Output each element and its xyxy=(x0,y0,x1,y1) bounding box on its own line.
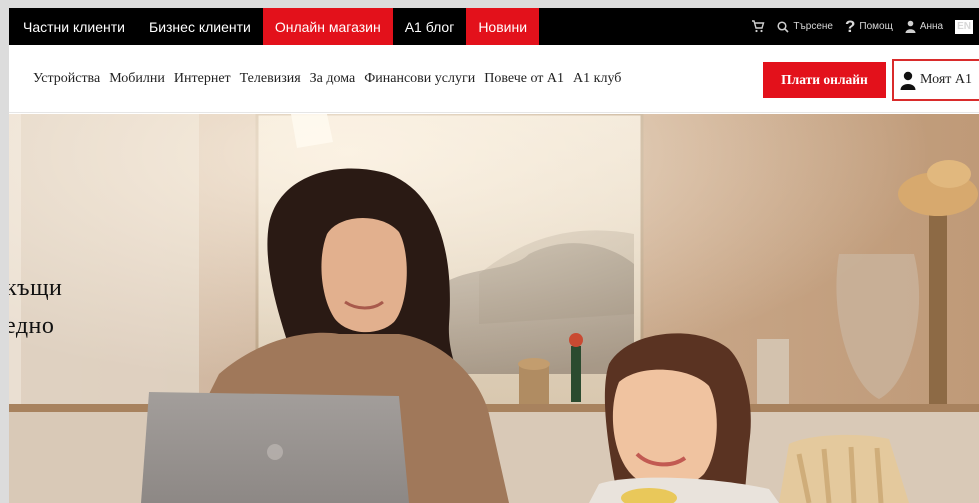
main-nav: Устройства Мобилни Интернет Телевизия За… xyxy=(9,45,979,113)
help-icon: ? xyxy=(845,16,856,36)
hero-banner: къщи едно xyxy=(9,114,979,503)
top-bar: Частни клиенти Бизнес клиенти Онлайн маг… xyxy=(9,8,979,45)
user-label: Анна xyxy=(919,21,944,32)
menu-a1-club[interactable]: А1 клуб xyxy=(573,71,621,87)
tab-news[interactable]: Новини xyxy=(466,8,540,45)
tab-online-shop[interactable]: Онлайн магазин xyxy=(262,8,393,45)
hero-headline: къщи едно xyxy=(9,269,62,345)
cart-link[interactable] xyxy=(751,20,765,33)
tab-business-clients[interactable]: Бизнес клиенти xyxy=(137,8,263,45)
tab-a1-blog[interactable]: А1 блог xyxy=(393,8,467,45)
search-label: Търсене xyxy=(793,21,833,32)
menu-devices[interactable]: Устройства xyxy=(33,71,100,87)
search-icon xyxy=(777,20,789,33)
user-icon xyxy=(905,20,916,33)
menu-mobile[interactable]: Мобилни xyxy=(109,71,165,87)
help-link[interactable]: ? Помощ xyxy=(845,16,893,36)
pay-online-button[interactable]: Плати онлайн xyxy=(763,62,886,98)
main-menu: Устройства Мобилни Интернет Телевизия За… xyxy=(33,45,630,113)
help-label: Помощ xyxy=(859,21,893,32)
my-a1-label: Моят А1 xyxy=(920,72,973,87)
cart-icon xyxy=(752,20,765,33)
utility-nav: Търсене ? Помощ Анна EN xyxy=(751,8,979,45)
menu-more-from-a1[interactable]: Повече от А1 xyxy=(484,71,564,87)
search-link[interactable]: Търсене xyxy=(777,20,833,33)
segment-nav: Частни клиенти Бизнес клиенти Онлайн маг… xyxy=(9,8,540,45)
menu-internet[interactable]: Интернет xyxy=(174,71,231,87)
hero-line-2: едно xyxy=(9,313,55,339)
tab-private-clients[interactable]: Частни клиенти xyxy=(9,8,137,45)
account-icon xyxy=(900,71,916,90)
menu-television[interactable]: Телевизия xyxy=(240,71,301,87)
menu-financial-services[interactable]: Финансови услуги xyxy=(364,71,475,87)
language-switch[interactable]: EN xyxy=(955,19,973,34)
user-link[interactable]: Анна xyxy=(905,20,943,33)
menu-home[interactable]: За дома xyxy=(310,71,356,87)
hero-line-1: къщи xyxy=(9,275,63,301)
hero-image xyxy=(9,114,979,503)
my-a1-button[interactable]: Моят А1 xyxy=(892,59,979,101)
